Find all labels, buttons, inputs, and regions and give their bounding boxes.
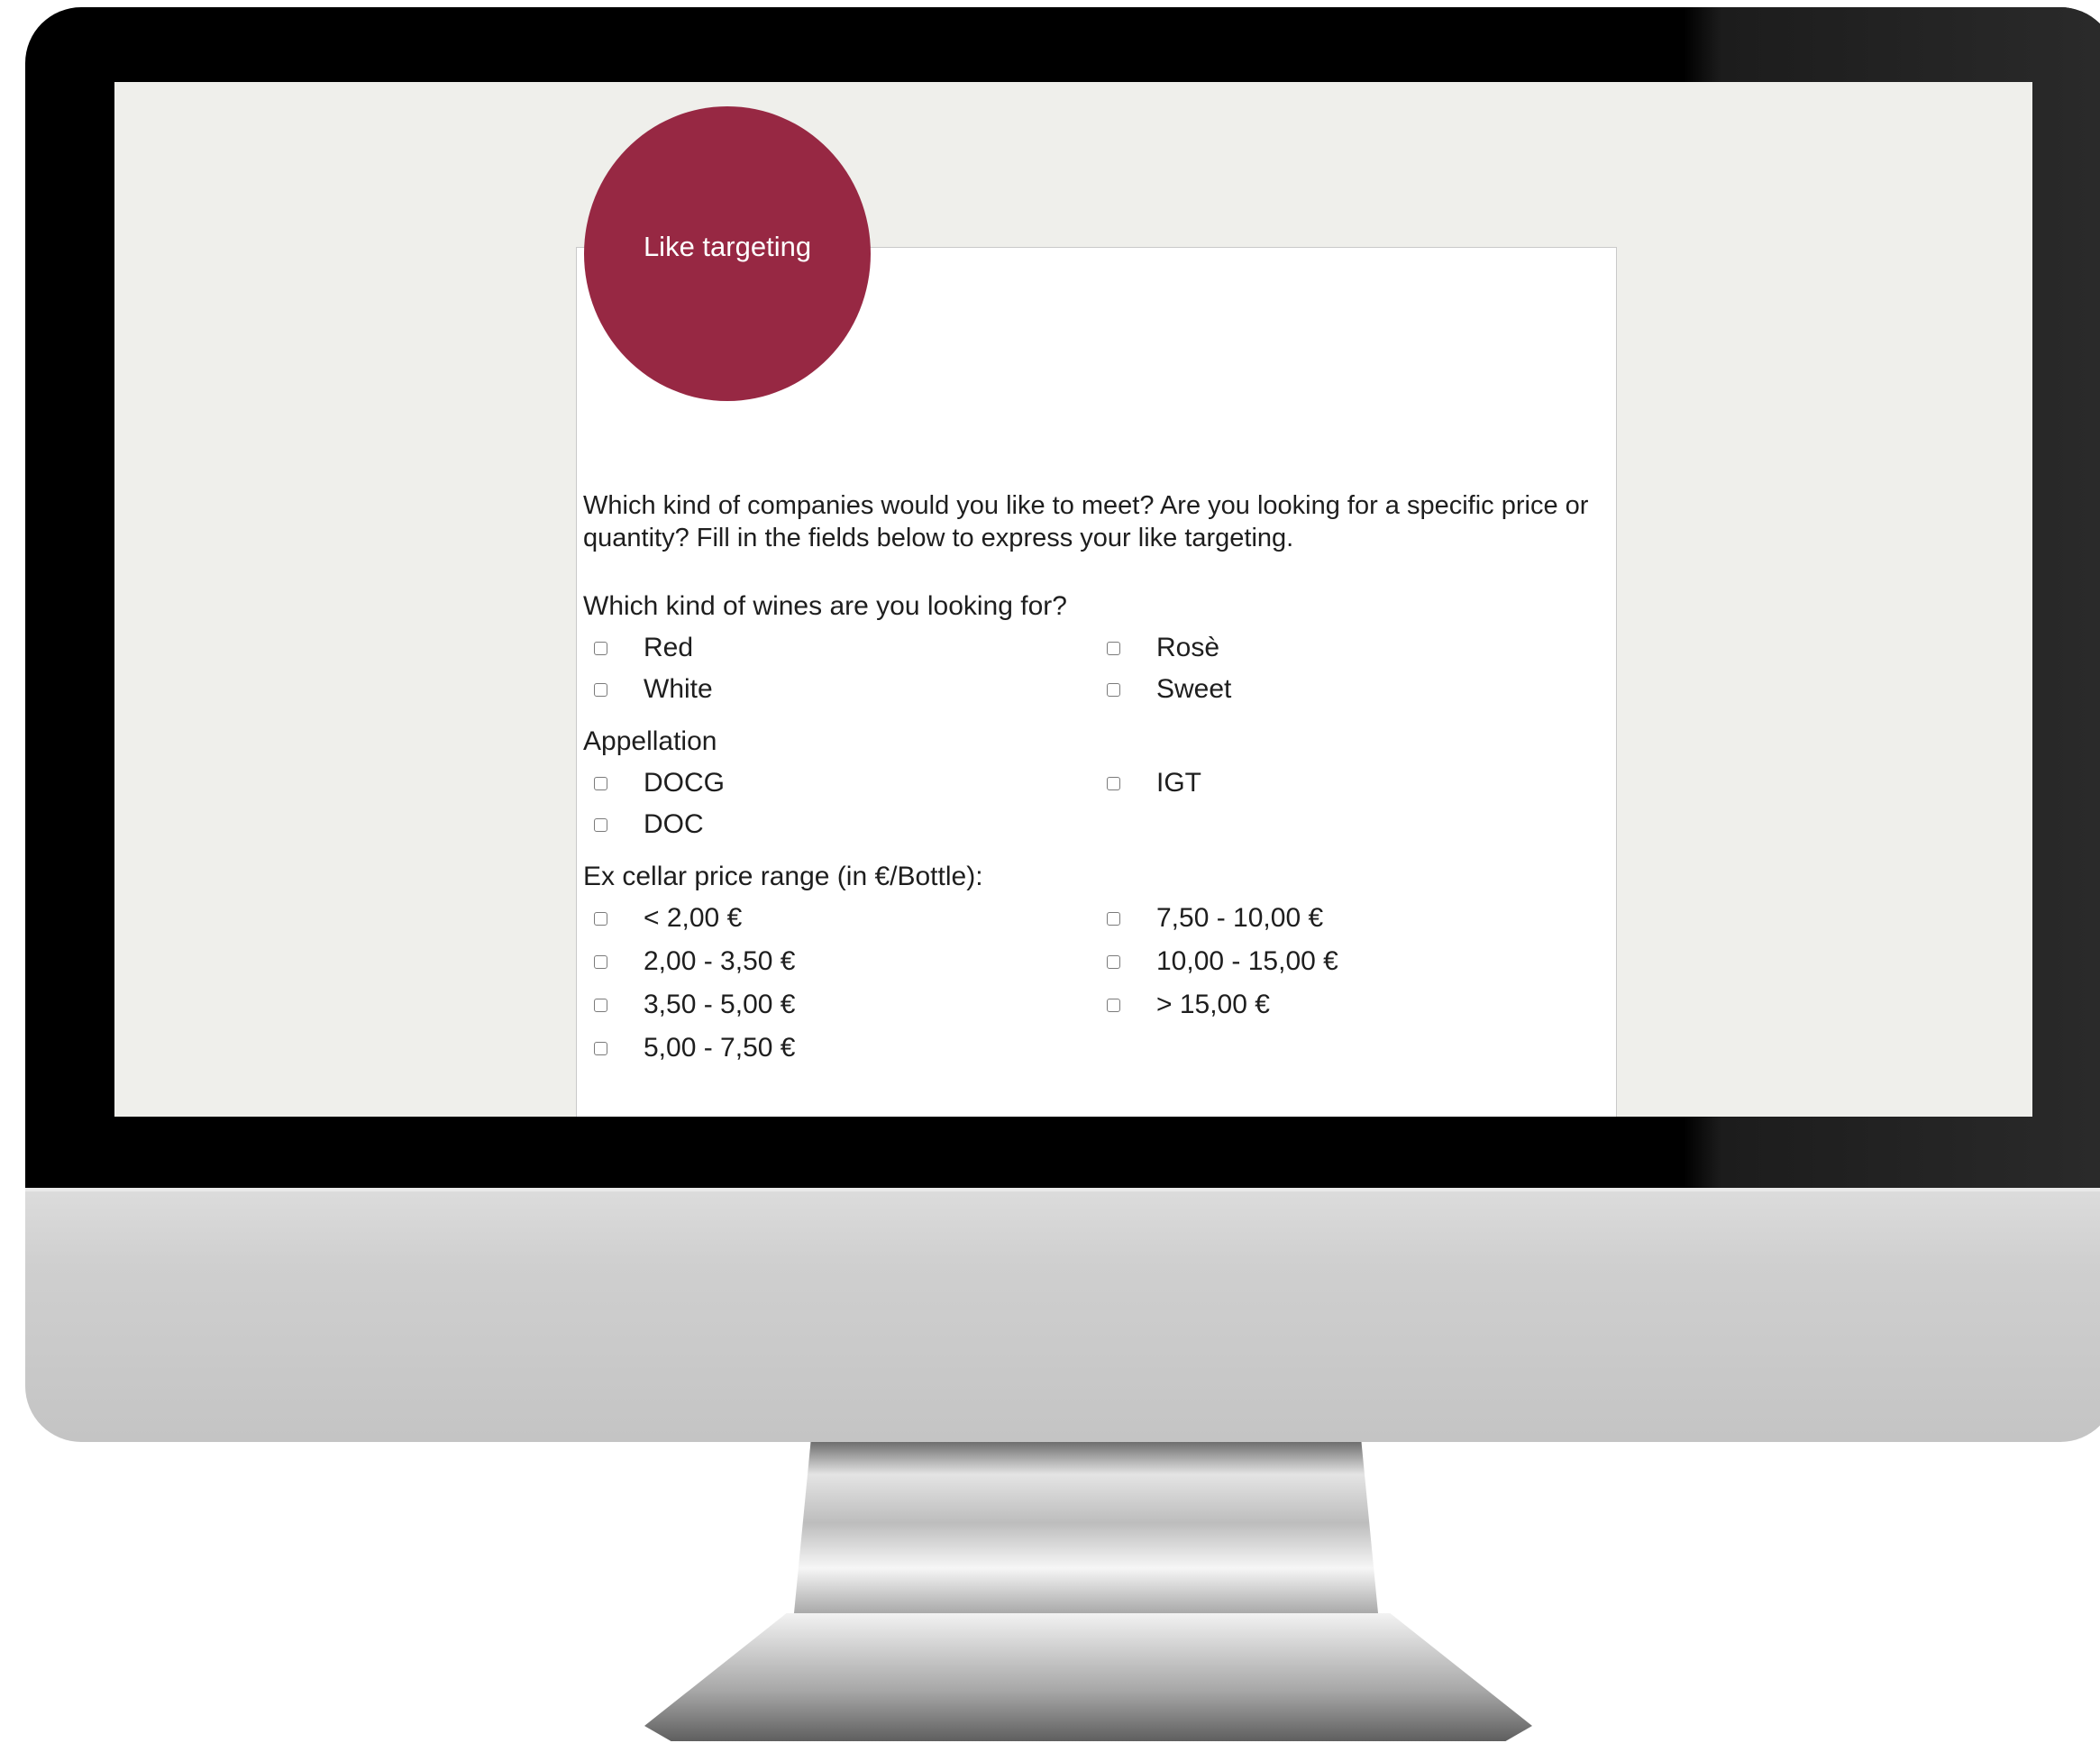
- price-option-5-7-50[interactable]: 5,00 - 7,50 €: [583, 1032, 1096, 1064]
- option-label: Sweet: [1156, 674, 1232, 704]
- checkbox[interactable]: [1107, 776, 1120, 790]
- appellation-section-title: Appellation: [583, 726, 717, 756]
- option-label: DOC: [644, 809, 704, 839]
- checkbox[interactable]: [1107, 911, 1120, 926]
- price-option-10-15[interactable]: 10,00 - 15,00 €: [1096, 945, 1601, 978]
- wine-option-white[interactable]: White: [583, 673, 1096, 706]
- wine-option-rose[interactable]: Rosè: [1096, 632, 1601, 664]
- option-label: > 15,00 €: [1156, 990, 1270, 1019]
- appellation-option-docg[interactable]: DOCG: [583, 767, 1096, 799]
- option-label: 3,50 - 5,00 €: [644, 990, 796, 1019]
- price-option-under-2[interactable]: < 2,00 €: [583, 902, 1096, 935]
- option-label: Red: [644, 633, 694, 662]
- checkbox[interactable]: [594, 776, 607, 790]
- price-option-over-15[interactable]: > 15,00 €: [1096, 989, 1601, 1021]
- checkbox[interactable]: [594, 954, 607, 969]
- option-label: IGT: [1156, 768, 1201, 798]
- monitor-chin: [25, 1190, 2100, 1442]
- option-label: 5,00 - 7,50 €: [644, 1033, 796, 1063]
- monitor-stand-neck: [793, 1442, 1379, 1622]
- intro-text: Which kind of companies would you like t…: [583, 491, 1589, 552]
- price-option-2-3-50[interactable]: 2,00 - 3,50 €: [583, 945, 1096, 978]
- checkbox[interactable]: [1107, 682, 1120, 697]
- badge-label: Like targeting: [643, 230, 812, 262]
- wines-section-title: Which kind of wines are you looking for?: [583, 591, 1067, 621]
- screen: Like targeting Which kind of companies w…: [114, 82, 2032, 1117]
- checkbox[interactable]: [594, 817, 607, 832]
- price-option-7-50-10[interactable]: 7,50 - 10,00 €: [1096, 902, 1601, 935]
- appellation-options: DOCG IGT DOC: [583, 767, 1611, 841]
- checkbox[interactable]: [594, 998, 607, 1012]
- option-label: 7,50 - 10,00 €: [1156, 903, 1324, 933]
- option-label: DOCG: [644, 768, 725, 798]
- option-label: 10,00 - 15,00 €: [1156, 946, 1338, 976]
- monitor-stand-foot: [644, 1613, 1532, 1741]
- appellation-option-igt[interactable]: IGT: [1096, 767, 1601, 799]
- wine-option-red[interactable]: Red: [583, 632, 1096, 664]
- chin-edge: [25, 1188, 2100, 1191]
- checkbox[interactable]: [594, 641, 607, 655]
- checkbox[interactable]: [1107, 641, 1120, 655]
- wines-options: Red Rosè White Sweet: [583, 632, 1611, 706]
- option-label: 2,00 - 3,50 €: [644, 946, 796, 976]
- option-label: White: [644, 674, 713, 704]
- appellation-option-doc[interactable]: DOC: [583, 808, 1096, 841]
- checkbox[interactable]: [1107, 954, 1120, 969]
- like-targeting-form: Which kind of companies would you like t…: [583, 489, 1611, 1084]
- price-section-title: Ex cellar price range (in €/Bottle):: [583, 862, 983, 891]
- option-label: < 2,00 €: [644, 903, 743, 933]
- checkbox[interactable]: [1107, 998, 1120, 1012]
- checkbox[interactable]: [594, 1041, 607, 1055]
- price-options: < 2,00 € 7,50 - 10,00 € 2,00 - 3,50 € 10…: [583, 902, 1611, 1064]
- checkbox[interactable]: [594, 682, 607, 697]
- wine-option-sweet[interactable]: Sweet: [1096, 673, 1601, 706]
- like-targeting-badge: Like targeting: [584, 106, 871, 401]
- price-option-3-50-5[interactable]: 3,50 - 5,00 €: [583, 989, 1096, 1021]
- option-label: Rosè: [1156, 633, 1220, 662]
- checkbox[interactable]: [594, 911, 607, 926]
